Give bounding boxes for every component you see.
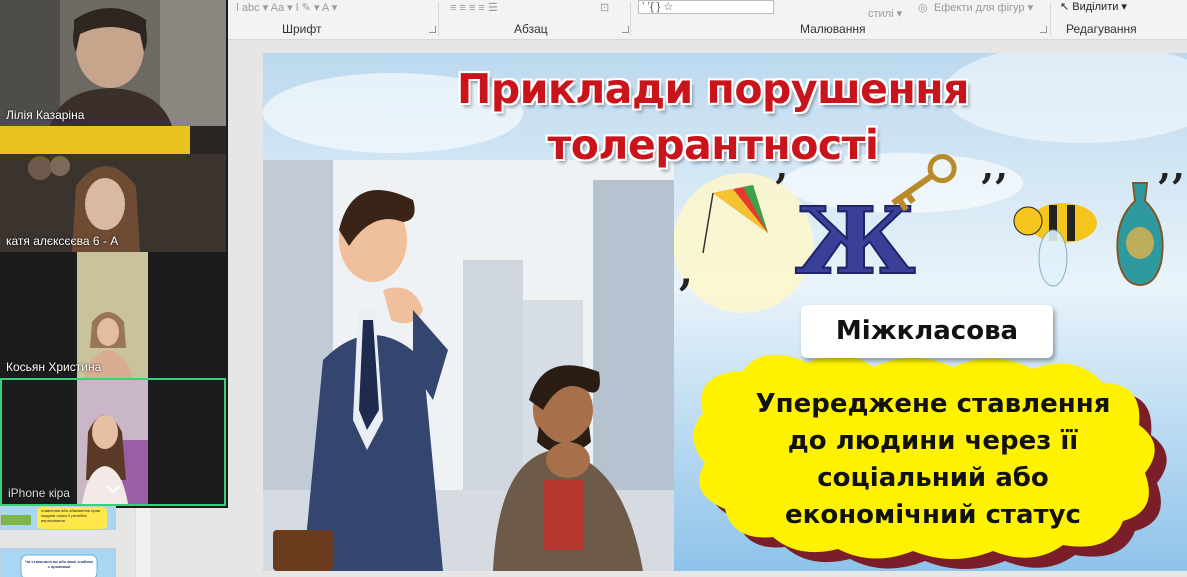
- ribbon: ǀ abc ▾ Aa ▾ ǀ ✎ ▾ A ▾ ≡ ≡ ≡ ≡ ☰ ⊡ ʼ ʼ{ …: [228, 0, 1187, 40]
- thumbnail-text: ставлення або обмеження прав людини чере…: [41, 508, 100, 523]
- category-label[interactable]: Міжкласова: [801, 305, 1053, 358]
- drawing-dialog-launcher-icon[interactable]: [1040, 26, 1047, 33]
- slide-canvas[interactable]: Ж ʼ ʼʼ ʼʼ , Приклади порушення толерантн…: [263, 53, 1187, 571]
- paragraph-dialog-launcher-icon[interactable]: [622, 26, 629, 33]
- slide-illustration: [263, 160, 674, 571]
- video-tile[interactable]: катя алєксєєва 6 - А: [0, 126, 226, 252]
- group-font-label: Шрифт: [282, 22, 322, 36]
- definition-line: соціальний або: [817, 463, 1049, 493]
- svg-text:,: ,: [679, 248, 693, 295]
- slide-thumbnail[interactable]: Чи стикалися ви або ваші знайомі з прояв…: [0, 548, 116, 577]
- slide-thumbnails: ставлення або обмеження прав людини чере…: [0, 506, 150, 577]
- svg-text:ʼʼ: ʼʼ: [979, 166, 1007, 213]
- chevron-down-icon[interactable]: [104, 482, 122, 496]
- participant-name: iPhone кіра: [8, 486, 70, 500]
- definition-text[interactable]: Упереджене ставлення до людини через її …: [703, 386, 1163, 534]
- quick-styles-button[interactable]: стилі ▾: [868, 7, 902, 20]
- slide-thumbnail[interactable]: ставлення або обмеження прав людини чере…: [0, 506, 116, 530]
- font-controls[interactable]: ǀ abc ▾ Aa ▾ ǀ ✎ ▾ A ▾: [236, 1, 337, 14]
- video-tile[interactable]: Косьян Христина: [0, 252, 226, 378]
- definition-line: економічний статус: [785, 500, 1081, 530]
- svg-text:ʼ: ʼ: [773, 166, 787, 213]
- svg-text:ʼʼ: ʼʼ: [1156, 166, 1184, 213]
- shape-effects-button[interactable]: Ефекти для фігур ▾: [934, 1, 1033, 14]
- shapes-gallery[interactable]: ʼ ʼ{ } ☆: [638, 0, 774, 14]
- thumbnail-text: Чи стикалися ви або ваші знайомі з прояв…: [25, 559, 93, 569]
- title-line: Приклади порушення: [457, 65, 969, 113]
- slide-title[interactable]: Приклади порушення толерантності: [413, 61, 1013, 173]
- definition-line: Упереджене ставлення: [755, 389, 1111, 419]
- text-box-icon[interactable]: ⊡: [600, 1, 609, 14]
- title-line: толерантності: [547, 121, 880, 169]
- font-dialog-launcher-icon[interactable]: [429, 26, 436, 33]
- participant-name: Лілія Казаріна: [6, 108, 85, 122]
- definition-line: до людини через її: [787, 426, 1079, 456]
- shape-effects-icon[interactable]: ◎: [918, 1, 928, 14]
- video-tile[interactable]: Лілія Казаріна: [0, 0, 226, 126]
- participant-name: Косьян Христина: [6, 360, 102, 374]
- group-paragraph-label: Абзац: [514, 22, 548, 36]
- group-drawing-label: Малювання: [800, 22, 866, 36]
- paragraph-controls[interactable]: ≡ ≡ ≡ ≡ ☰: [450, 1, 498, 14]
- participant-name: катя алєксєєва 6 - А: [6, 234, 119, 248]
- video-participants-panel: Лілія Казаріна катя алєксєєва 6 - А Кось…: [0, 0, 228, 508]
- group-editing-label: Редагування: [1066, 22, 1137, 36]
- thumbnail-scrollbar[interactable]: [135, 508, 150, 577]
- select-button[interactable]: ↖ Виділити ▾: [1060, 0, 1127, 13]
